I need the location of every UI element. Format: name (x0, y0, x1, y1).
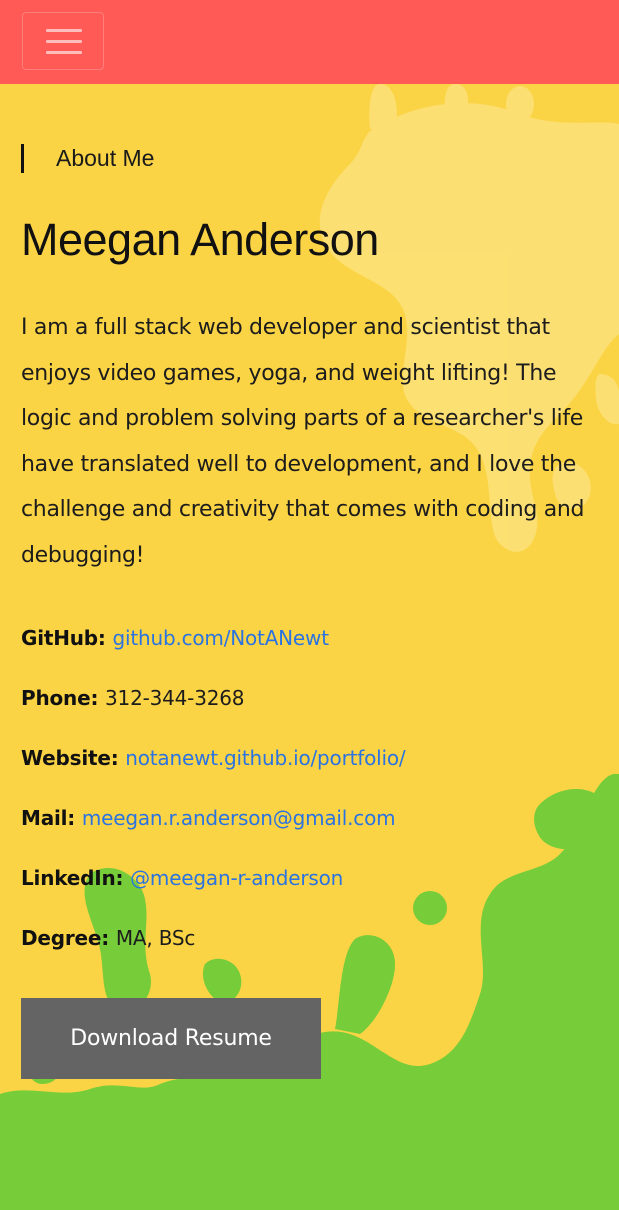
info-row-phone: Phone: 312-344-3268 (21, 684, 244, 712)
hamburger-menu-icon-bar (46, 40, 82, 43)
info-label: Mail: (21, 806, 82, 830)
linkedin-link[interactable]: @meegan-r-anderson (130, 866, 343, 890)
github-link[interactable]: github.com/NotANewt (113, 626, 330, 650)
green-ground (0, 1138, 619, 1210)
download-resume-button[interactable]: Download Resume (21, 998, 321, 1079)
phone-value: 312-344-3268 (105, 686, 245, 710)
info-label: Website: (21, 746, 126, 770)
info-row-github: GitHub: github.com/NotANewt (21, 624, 329, 652)
info-label: GitHub: (21, 626, 113, 650)
hamburger-menu-button[interactable] (22, 12, 104, 70)
info-label: Phone: (21, 686, 106, 710)
info-row-website: Website: notanewt.github.io/portfolio/ (21, 744, 406, 772)
info-label: LinkedIn: (21, 866, 131, 890)
hamburger-menu-icon-bar (46, 51, 82, 54)
section-label: About Me (21, 144, 154, 173)
email-link[interactable]: meegan.r.anderson@gmail.com (82, 806, 396, 830)
info-row-mail: Mail: meegan.r.anderson@gmail.com (21, 804, 396, 832)
info-row-degree: Degree: MA, BSc (21, 924, 195, 952)
info-row-linkedin: LinkedIn: @meegan-r-anderson (21, 864, 343, 892)
degree-value: MA, BSc (115, 926, 196, 950)
top-navbar (0, 0, 619, 84)
hamburger-menu-icon (46, 29, 82, 32)
page-title: Meegan Anderson (21, 214, 379, 265)
bio-paragraph: I am a full stack web developer and scie… (21, 315, 585, 568)
info-label: Degree: (21, 926, 116, 950)
website-link[interactable]: notanewt.github.io/portfolio/ (125, 746, 405, 770)
